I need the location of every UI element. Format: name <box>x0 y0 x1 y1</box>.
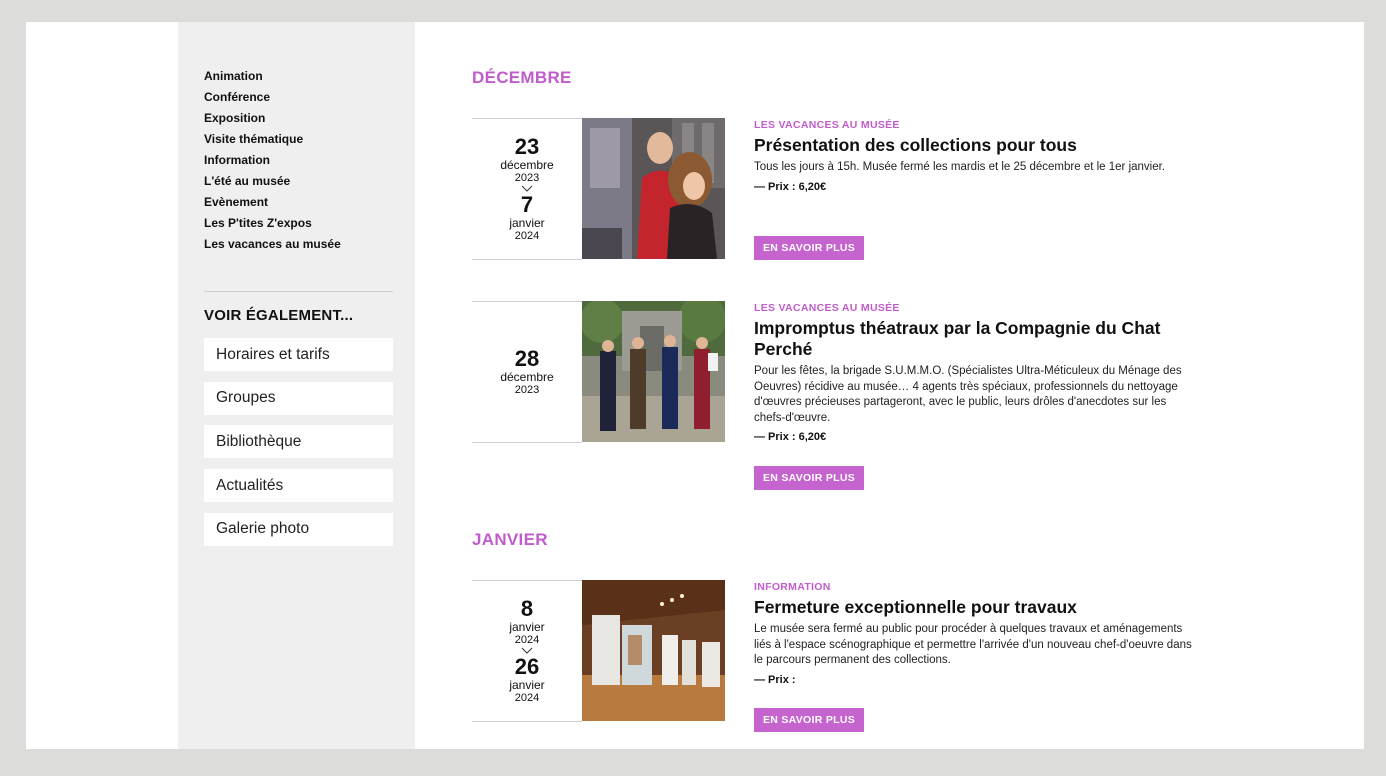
category-information[interactable]: Information <box>204 150 341 171</box>
start-month: décembre <box>500 158 554 172</box>
event-content: LES VACANCES AU MUSÉE Présentation des c… <box>754 118 1194 193</box>
category-exposition[interactable]: Exposition <box>204 108 341 129</box>
event-content: INFORMATION Fermeture exceptionnelle pou… <box>754 580 1194 686</box>
category-ptites-zexpos[interactable]: Les P'tites Z'expos <box>204 213 341 234</box>
category-animation[interactable]: Animation <box>204 66 341 87</box>
category-vacances-au-musee[interactable]: Les vacances au musée <box>204 234 341 255</box>
start-year: 2024 <box>514 634 540 646</box>
category-evenement[interactable]: Evènement <box>204 192 341 213</box>
event-category-tag[interactable]: INFORMATION <box>754 580 1194 594</box>
end-month: janvier <box>509 678 545 692</box>
en-savoir-plus-button[interactable]: EN SAVOIR PLUS <box>754 466 864 490</box>
event-date: 8 janvier 2024 26 janvier 2024 <box>472 580 582 722</box>
link-horaires-tarifs[interactable]: Horaires et tarifs <box>204 338 393 371</box>
category-ete-au-musee[interactable]: L'été au musée <box>204 171 341 192</box>
event-photo[interactable] <box>582 301 725 442</box>
sidebar-divider <box>204 291 393 292</box>
start-month: janvier <box>509 620 545 634</box>
end-day: 7 <box>520 192 534 217</box>
end-month: janvier <box>509 216 545 230</box>
see-also-links: Horaires et tarifs Groupes Bibliothèque … <box>204 338 393 556</box>
link-galerie-photo[interactable]: Galerie photo <box>204 512 393 546</box>
link-actualites[interactable]: Actualités <box>204 469 393 503</box>
event-content: LES VACANCES AU MUSÉE Impromptus théatra… <box>754 301 1194 443</box>
end-year: 2024 <box>514 692 540 704</box>
end-year: 2024 <box>514 230 540 242</box>
event-price: — Prix : 6,20€ <box>754 180 827 193</box>
start-year: 2023 <box>514 384 540 396</box>
start-day: 23 <box>514 134 540 159</box>
month-heading-decembre: DÉCEMBRE <box>472 68 572 87</box>
month-heading-janvier: JANVIER <box>472 530 548 549</box>
link-groupes[interactable]: Groupes <box>204 381 393 415</box>
start-month: décembre <box>500 370 554 384</box>
category-conference[interactable]: Conférence <box>204 87 341 108</box>
event-category-tag[interactable]: LES VACANCES AU MUSÉE <box>754 301 1194 315</box>
event-photo[interactable] <box>582 580 725 721</box>
event-category-tag[interactable]: LES VACANCES AU MUSÉE <box>754 118 1194 132</box>
event-date: 23 décembre 2023 7 janvier 2024 <box>472 118 582 260</box>
event-title[interactable]: Impromptus théatraux par la Compagnie du… <box>754 318 1194 360</box>
event-photo[interactable] <box>582 118 725 259</box>
en-savoir-plus-button[interactable]: EN SAVOIR PLUS <box>754 236 864 260</box>
event-description: Tous les jours à 15h. Musée fermé les ma… <box>754 161 1166 173</box>
page-frame: Animation Conférence Exposition Visite t… <box>26 22 1364 749</box>
event-description: Le musée sera fermé au public pour procé… <box>754 623 1192 666</box>
en-savoir-plus-button[interactable]: EN SAVOIR PLUS <box>754 708 864 732</box>
end-day: 26 <box>514 654 540 679</box>
start-day: 28 <box>514 346 540 371</box>
category-visite-thematique[interactable]: Visite thématique <box>204 129 341 150</box>
category-list: Animation Conférence Exposition Visite t… <box>204 66 341 255</box>
start-year: 2023 <box>514 172 540 184</box>
event-price: — Prix : 6,20€ <box>754 431 827 443</box>
sidebar: Animation Conférence Exposition Visite t… <box>178 22 415 749</box>
event-price: — Prix : <box>754 673 796 686</box>
event-date: 28 décembre 2023 <box>472 301 582 443</box>
event-description: Pour les fêtes, la brigade S.U.M.M.O. (S… <box>754 365 1182 424</box>
see-also-heading: VOIR ÉGALEMENT... <box>204 307 354 324</box>
start-day: 8 <box>520 596 534 621</box>
event-title[interactable]: Présentation des collections pour tous <box>754 135 1194 156</box>
event-title[interactable]: Fermeture exceptionnelle pour travaux <box>754 597 1194 618</box>
link-bibliotheque[interactable]: Bibliothèque <box>204 425 393 459</box>
